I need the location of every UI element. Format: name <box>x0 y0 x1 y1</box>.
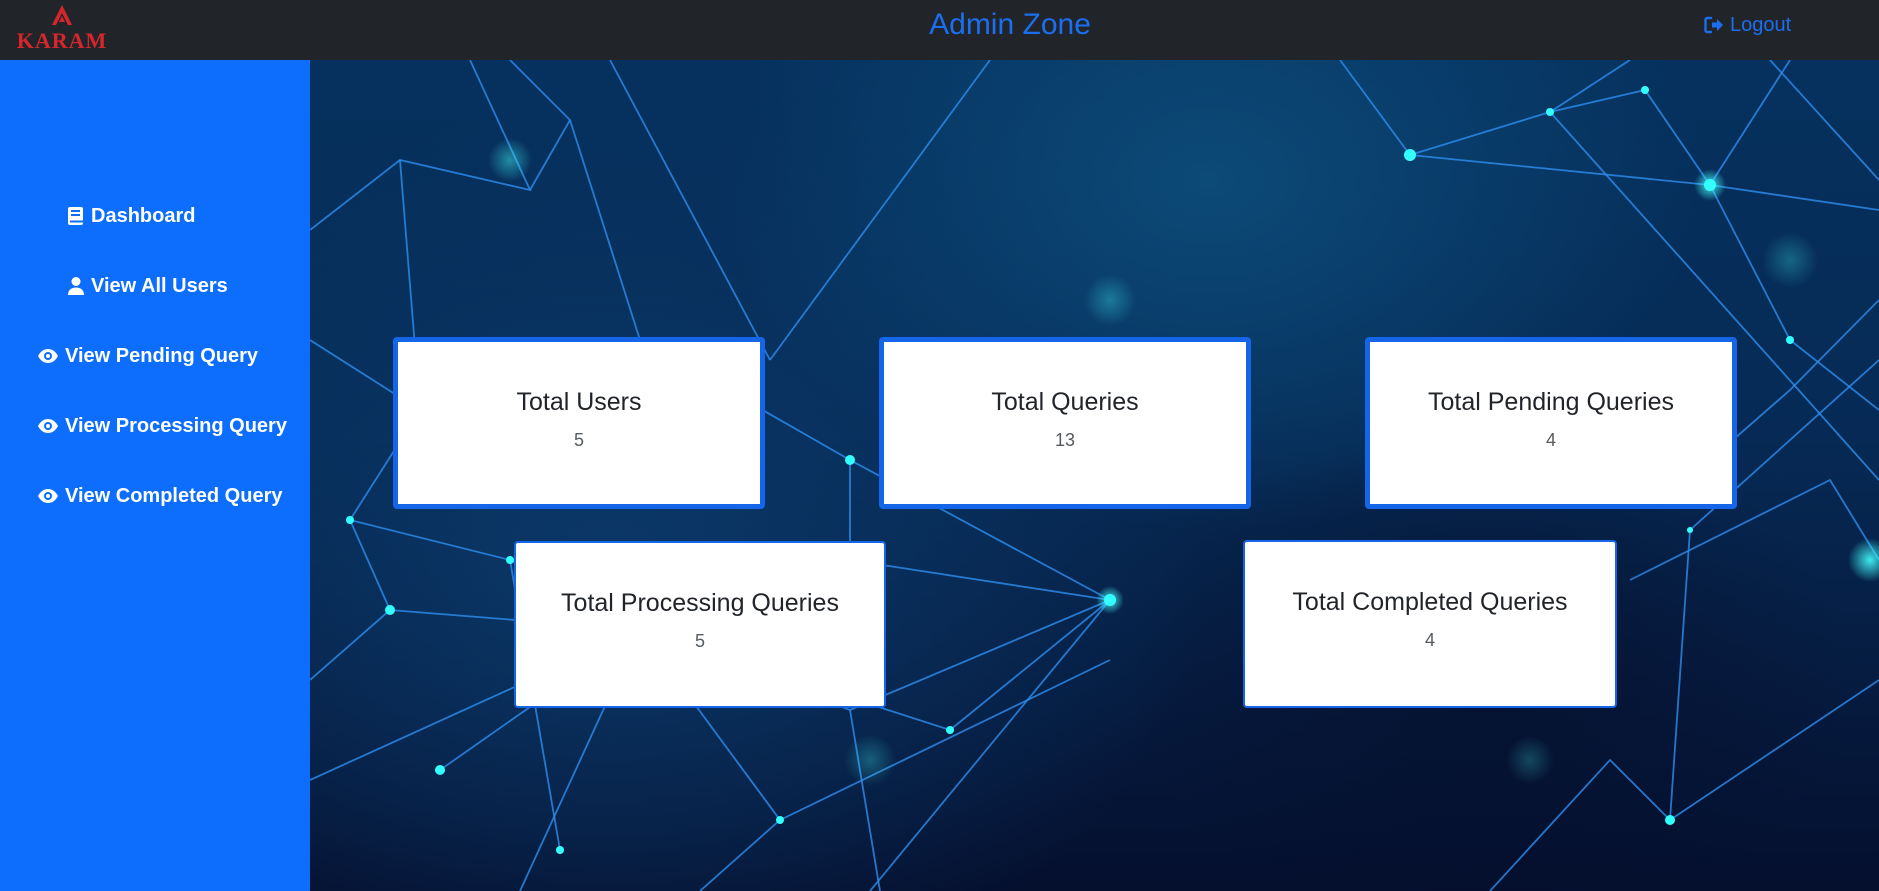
user-icon <box>68 277 84 295</box>
eye-icon <box>38 349 58 363</box>
page-title: Admin Zone <box>929 8 1091 41</box>
stat-card-title: Total Queries <box>991 388 1139 416</box>
stat-card-value: 5 <box>573 430 584 450</box>
logout-button[interactable]: Logout <box>1704 12 1791 38</box>
stat-card-title: Total Pending Queries <box>1428 388 1674 416</box>
stat-card-value: 13 <box>1054 430 1076 450</box>
stat-card-value: 4 <box>1424 630 1435 650</box>
eye-icon <box>38 489 58 503</box>
sidebar-item-view-completed-query[interactable]: View Completed Query <box>37 481 282 511</box>
sidebar-item-label: View All Users <box>91 274 228 297</box>
dashboard-content: Total Users 5 Total Queries 13 Total Pen… <box>310 60 1879 891</box>
stat-card-total-processing-queries[interactable]: Total Processing Queries 5 <box>514 541 886 708</box>
eye-icon <box>38 419 58 433</box>
sidebar-item-label: View Processing Query <box>65 414 287 437</box>
logout-label: Logout <box>1730 13 1792 36</box>
stat-card-value: 5 <box>694 631 705 651</box>
sidebar-item-label: Dashboard <box>91 204 196 227</box>
sidebar-item-view-all-users[interactable]: View All Users <box>67 271 228 301</box>
book-icon <box>68 207 83 225</box>
stat-card-total-completed-queries[interactable]: Total Completed Queries 4 <box>1243 540 1617 708</box>
sidebar-item-view-pending-query[interactable]: View Pending Query <box>37 341 258 371</box>
sidebar-item-label: View Completed Query <box>65 484 283 507</box>
sign-out-icon <box>1704 16 1723 34</box>
sidebar-item-dashboard[interactable]: Dashboard <box>67 201 195 231</box>
top-navbar: KARAM Admin Zone Logout <box>0 0 1879 60</box>
sidebar-item-label: View Pending Query <box>65 344 259 367</box>
stat-card-title: Total Users <box>516 388 642 416</box>
stat-card-total-pending-queries[interactable]: Total Pending Queries 4 <box>1365 337 1737 509</box>
stat-card-total-queries[interactable]: Total Queries 13 <box>879 337 1251 509</box>
stat-card-title: Total Processing Queries <box>561 589 839 617</box>
stat-card-value: 4 <box>1545 430 1556 450</box>
stat-card-total-users[interactable]: Total Users 5 <box>393 337 765 509</box>
stat-card-title: Total Completed Queries <box>1292 588 1568 616</box>
sidebar-item-view-processing-query[interactable]: View Processing Query <box>37 411 287 441</box>
sidebar: Dashboard View All Users View Pending Qu… <box>0 60 310 891</box>
